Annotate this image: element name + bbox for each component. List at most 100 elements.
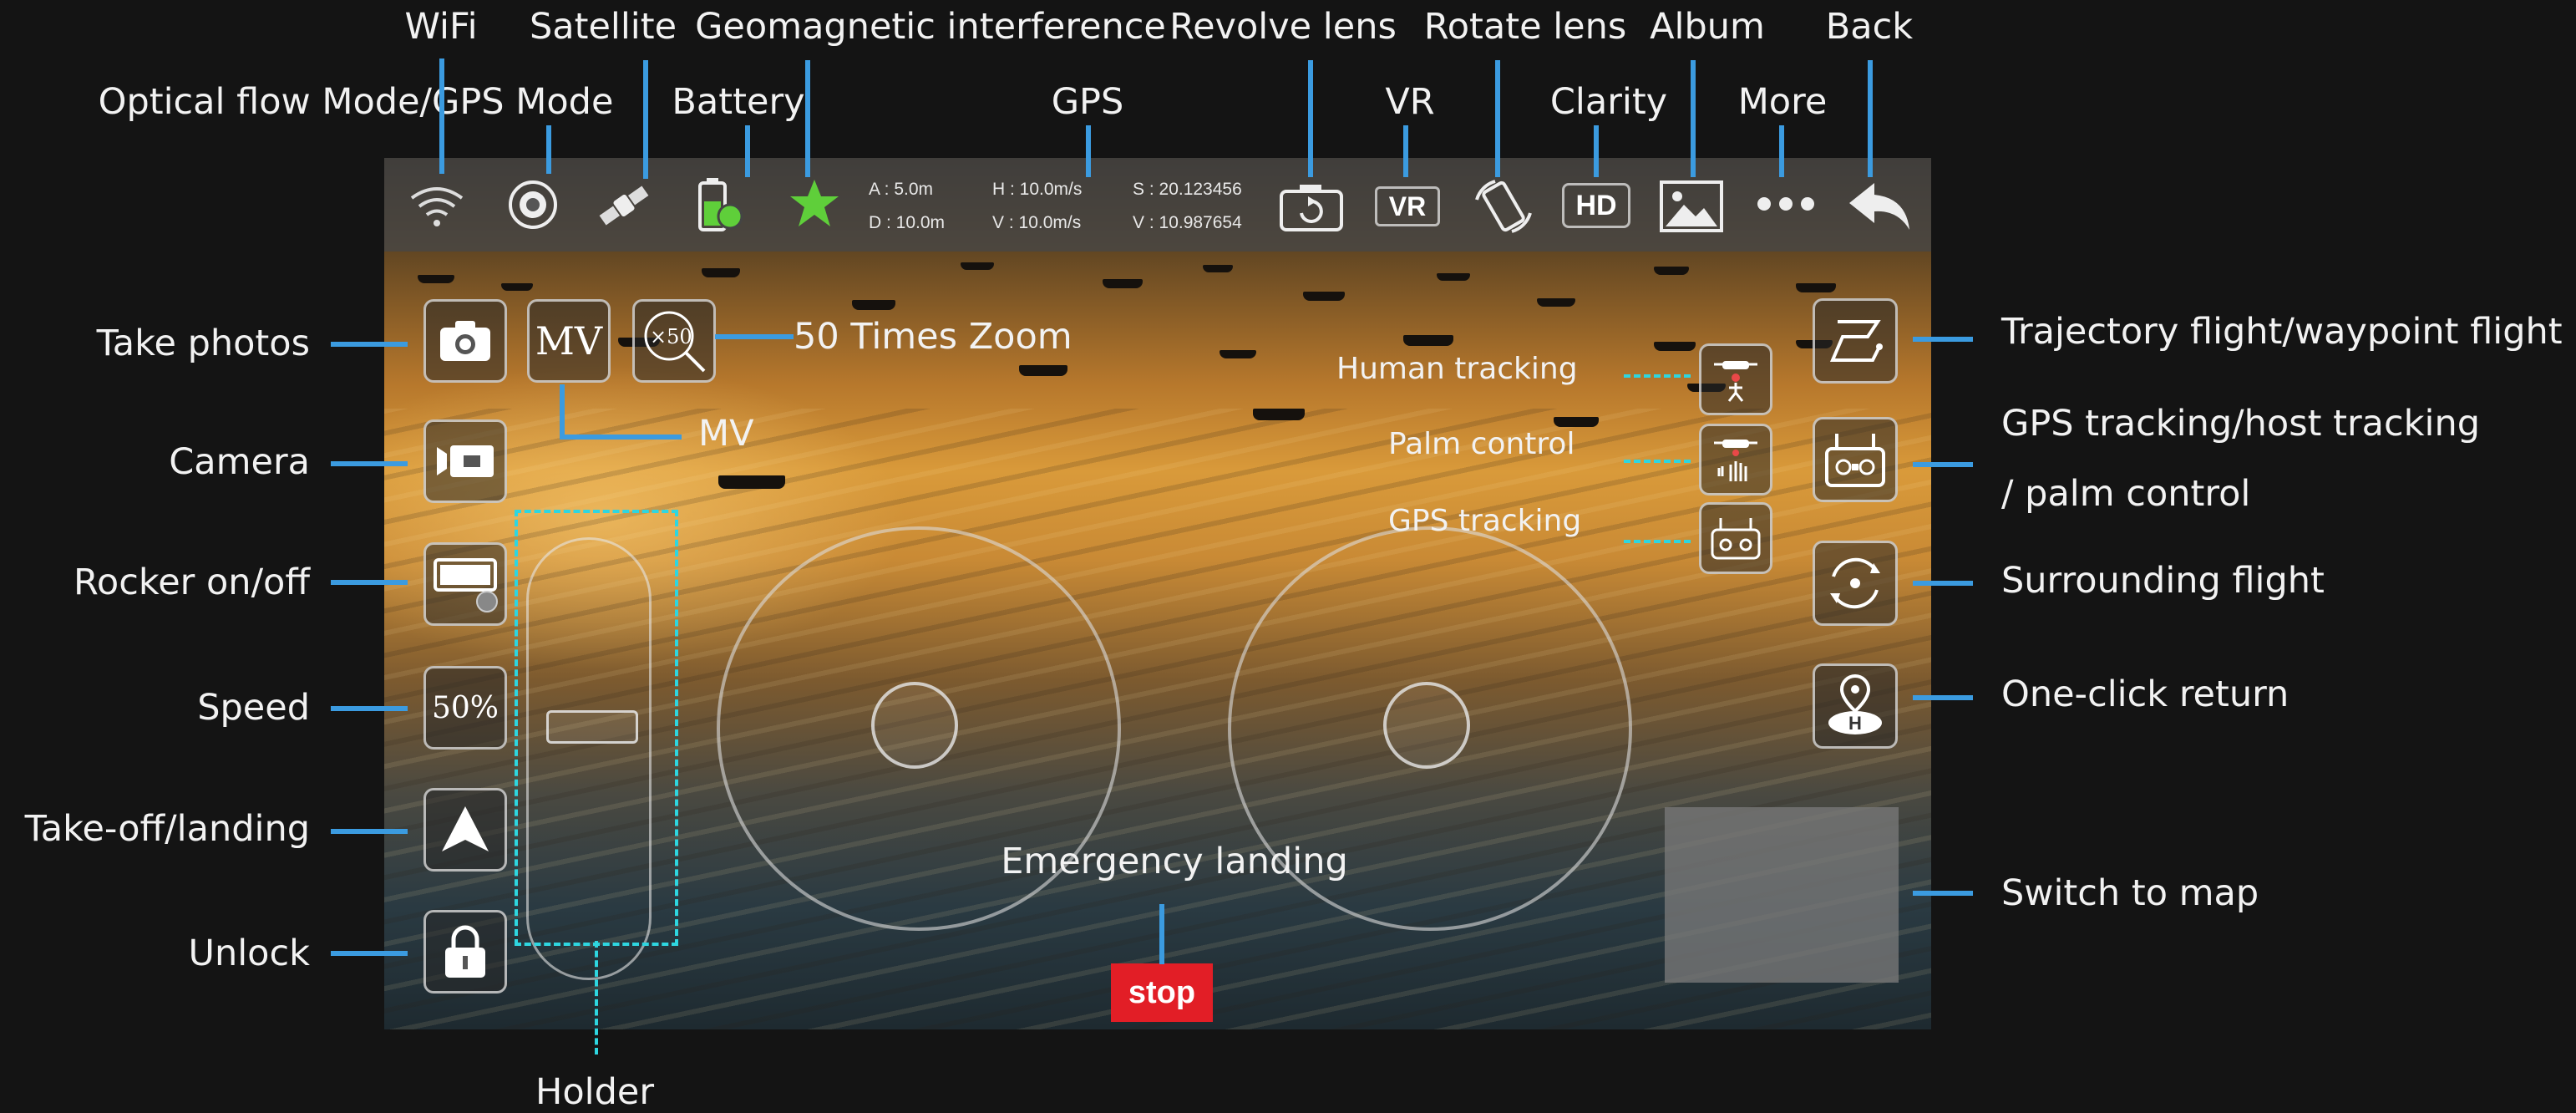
- lock-icon: [445, 925, 485, 978]
- trajectory-flight-button[interactable]: [1813, 298, 1898, 384]
- telemetry-latitude: S : 20.123456: [1133, 180, 1242, 199]
- takeoff-arrow-icon: [442, 806, 489, 851]
- satellite-icon: [599, 186, 649, 226]
- label-unlock: Unlock: [188, 933, 310, 974]
- palm-control-icon: [1714, 440, 1757, 481]
- callout-line: [1913, 337, 1973, 342]
- callout-line: [331, 461, 408, 466]
- label-battery: Battery: [672, 81, 805, 123]
- callout-line: [331, 706, 408, 711]
- speed-button[interactable]: 50%: [423, 666, 507, 750]
- back-icon[interactable]: [1846, 178, 1913, 233]
- gps-tracking-label: GPS tracking: [1388, 504, 1582, 538]
- rocker-toggle-button[interactable]: [423, 542, 507, 626]
- take-photo-button[interactable]: [423, 299, 507, 383]
- boat: [501, 283, 533, 291]
- emergency-stop-button[interactable]: stop: [1111, 963, 1213, 1022]
- boat: [1220, 350, 1256, 358]
- more-icon[interactable]: [1754, 191, 1818, 216]
- label-wifi: WiFi: [404, 6, 478, 48]
- telemetry-v-speed: V : 10.0m/s: [992, 213, 1082, 232]
- clarity-hd-button[interactable]: HD: [1562, 183, 1630, 228]
- boat: [1103, 279, 1143, 288]
- callout-line: [546, 125, 551, 174]
- boat: [852, 300, 895, 310]
- boat: [1403, 335, 1453, 346]
- label-optical-flow: Optical flow Mode/GPS Mode: [98, 81, 614, 123]
- label-takeoff: Take-off/landing: [24, 808, 310, 850]
- zoom-button[interactable]: ×50: [632, 299, 716, 383]
- boat: [1203, 265, 1233, 272]
- callout-line: [1403, 125, 1408, 177]
- left-joystick-knob[interactable]: [871, 682, 958, 769]
- right-joystick-knob[interactable]: [1383, 682, 1470, 769]
- human-tracking-button[interactable]: [1699, 343, 1772, 415]
- zoom-label: ×50: [650, 325, 692, 348]
- orbit-icon: [1830, 557, 1880, 609]
- label-gps: GPS: [1051, 81, 1124, 123]
- callout-line: [745, 125, 750, 177]
- callout-line: [331, 342, 408, 347]
- callout-line: [715, 334, 794, 339]
- callout-line: [1779, 125, 1784, 177]
- boat: [1537, 298, 1575, 307]
- home-return-icon: H: [1828, 673, 1882, 734]
- svg-text:H: H: [1848, 713, 1862, 734]
- label-one-click-return: One-click return: [2001, 673, 2289, 715]
- map-thumbnail[interactable]: [1665, 807, 1899, 983]
- video-camera-button[interactable]: [423, 419, 507, 503]
- top-status-bar: A : 5.0m D : 10.0m H : 10.0m/s V : 10.0m…: [384, 158, 1931, 252]
- human-tracking-label: Human tracking: [1336, 352, 1578, 386]
- palm-control-button[interactable]: [1699, 424, 1772, 496]
- boat: [1654, 342, 1696, 351]
- album-icon[interactable]: [1659, 180, 1724, 233]
- one-click-return-button[interactable]: H: [1813, 663, 1898, 749]
- vr-button[interactable]: VR: [1375, 186, 1440, 226]
- label-palm-control-2: / palm control: [2001, 473, 2251, 515]
- label-gps-host-tracking: GPS tracking/host tracking: [2001, 403, 2481, 445]
- boat: [1019, 365, 1067, 376]
- revolve-lens-icon[interactable]: [1278, 180, 1345, 233]
- boat: [961, 262, 994, 270]
- label-camera: Camera: [169, 441, 310, 483]
- battery-icon: [698, 178, 743, 231]
- label-satellite: Satellite: [529, 6, 677, 48]
- callout-line: [331, 951, 408, 956]
- label-back: Back: [1825, 6, 1914, 48]
- callout-line: [331, 829, 408, 834]
- callout-line: [1913, 581, 1973, 586]
- gps-tracking-button[interactable]: [1699, 502, 1772, 574]
- rocker-icon: [434, 558, 498, 612]
- mv-button[interactable]: MV: [527, 299, 611, 383]
- label-geomagnetic: Geomagnetic interference: [695, 6, 1166, 48]
- trajectory-icon: [1829, 320, 1883, 362]
- unlock-button[interactable]: [423, 910, 507, 994]
- gps-host-tracking-button[interactable]: [1813, 417, 1898, 502]
- boat: [718, 475, 785, 489]
- palm-control-label: Palm control: [1388, 427, 1575, 461]
- callout-line: [1308, 60, 1313, 177]
- callout-line: [1086, 125, 1091, 177]
- callout-line: [560, 435, 682, 440]
- surrounding-flight-button[interactable]: [1813, 541, 1898, 626]
- callout-line: [805, 60, 810, 177]
- label-take-photos: Take photos: [96, 323, 310, 364]
- boat: [1253, 409, 1305, 420]
- connector: [1624, 460, 1691, 463]
- takeoff-landing-button[interactable]: [423, 788, 507, 872]
- boat: [1554, 417, 1599, 427]
- label-mv: MV: [698, 413, 754, 455]
- callout-line: [1495, 60, 1500, 177]
- label-switch-map: Switch to map: [2001, 872, 2259, 914]
- label-album: Album: [1650, 6, 1765, 48]
- optical-flow-icon[interactable]: [506, 178, 560, 231]
- remote-controller-icon: [1711, 518, 1761, 560]
- controller-icon: [1825, 434, 1885, 487]
- boat: [1796, 283, 1836, 292]
- boat: [1654, 267, 1689, 275]
- callout-line: [560, 384, 565, 440]
- callout-line: [1159, 904, 1164, 964]
- telemetry-h-speed: H : 10.0m/s: [992, 180, 1083, 199]
- boat: [1303, 292, 1345, 301]
- rotate-lens-icon[interactable]: [1470, 175, 1537, 238]
